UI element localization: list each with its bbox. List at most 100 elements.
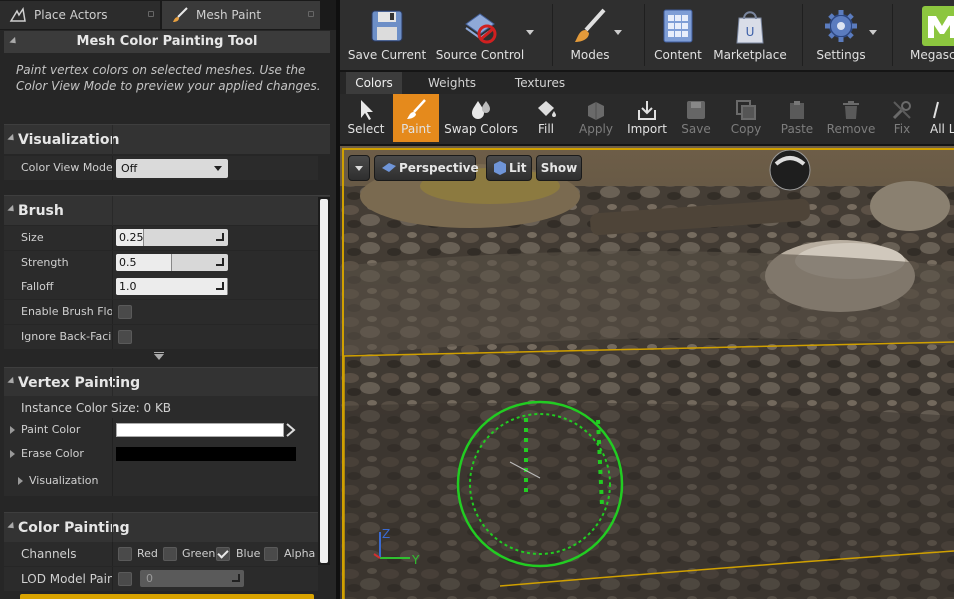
save-paint-label: Save bbox=[681, 122, 711, 136]
perspective-button[interactable]: Perspective bbox=[374, 155, 479, 181]
lit-view-button[interactable]: Lit bbox=[486, 155, 532, 181]
category-color-painting[interactable]: Color Painting bbox=[4, 512, 330, 543]
marketplace-button[interactable]: U Marketplace bbox=[710, 0, 790, 70]
apply-button[interactable]: Apply bbox=[574, 94, 618, 142]
section-highlight-bar bbox=[20, 594, 314, 599]
collapse-arrow-icon bbox=[7, 521, 17, 532]
instance-color-size-text: Instance Color Size: 0 KB bbox=[21, 401, 172, 415]
brush-falloff-slider[interactable]: 1.0 bbox=[116, 278, 228, 295]
lod-index-spinbox[interactable]: 0 bbox=[140, 570, 244, 587]
settings-button[interactable]: Settings bbox=[808, 0, 874, 70]
category-vertex-painting-label: Vertex Painting bbox=[18, 375, 141, 391]
color-view-mode-value: Off bbox=[121, 162, 138, 175]
paste-label: Paste bbox=[780, 122, 814, 136]
cursor-arrow-icon bbox=[361, 100, 373, 120]
copy-icon bbox=[736, 100, 756, 120]
remove-button[interactable]: Remove bbox=[824, 94, 878, 142]
brush-falloff-label: Falloff bbox=[21, 280, 54, 293]
paint-brush-icon bbox=[575, 8, 606, 42]
level-viewport[interactable]: Z Y Perspective Lit Show bbox=[340, 146, 954, 599]
chevron-down-icon bbox=[214, 166, 222, 171]
category-brush-label: Brush bbox=[18, 203, 64, 219]
viewport-options-button[interactable] bbox=[348, 155, 370, 181]
property-channels: Channels Red Green Blue Alpha bbox=[4, 542, 318, 566]
tab-weights[interactable]: Weights bbox=[416, 72, 488, 94]
resize-handle-icon[interactable] bbox=[216, 282, 224, 290]
left-panel-tab-strip: Place Actors Mesh Paint bbox=[0, 0, 336, 30]
tab-pin-icon[interactable] bbox=[308, 11, 314, 17]
channel-alpha-checkbox[interactable] bbox=[264, 547, 278, 561]
fix-label: Fix bbox=[893, 122, 911, 136]
tool-title: Mesh Color Painting Tool bbox=[76, 34, 258, 49]
instance-color-size-row: Instance Color Size: 0 KB bbox=[4, 396, 318, 420]
source-control-icon bbox=[465, 13, 497, 44]
channel-red-checkbox[interactable] bbox=[118, 547, 132, 561]
source-control-dropdown-icon[interactable] bbox=[526, 30, 534, 35]
resize-handle-icon[interactable] bbox=[216, 258, 224, 266]
brush-size-slider[interactable]: 0.25 bbox=[116, 229, 228, 246]
ignore-back-facing-checkbox[interactable] bbox=[118, 330, 132, 344]
remove-label: Remove bbox=[826, 122, 876, 136]
settings-dropdown-icon[interactable] bbox=[869, 30, 877, 35]
fill-label: Fill bbox=[537, 122, 555, 136]
source-control-button[interactable]: Source Control bbox=[434, 0, 526, 70]
wrench-icon bbox=[892, 101, 911, 120]
modes-dropdown-icon[interactable] bbox=[614, 30, 622, 35]
scene-render: Z Y bbox=[340, 146, 954, 599]
enable-brush-flow-checkbox[interactable] bbox=[118, 305, 132, 319]
paint-tool-label: Paint bbox=[401, 122, 431, 136]
category-visualization[interactable]: Visualization bbox=[4, 124, 330, 155]
category-brush[interactable]: Brush bbox=[4, 195, 330, 226]
tab-place-actors[interactable]: Place Actors bbox=[0, 1, 160, 29]
perspective-cube-icon bbox=[382, 163, 396, 172]
paint-tool-button[interactable]: Paint bbox=[393, 94, 439, 142]
fill-button[interactable]: Fill bbox=[526, 94, 566, 142]
save-current-button[interactable]: Save Current bbox=[344, 0, 430, 70]
tab-colors[interactable]: Colors bbox=[346, 72, 402, 94]
tool-description: Paint vertex colors on selected meshes. … bbox=[16, 63, 321, 93]
vertex-visualization-label: Visualization bbox=[29, 474, 99, 487]
modes-button[interactable]: Modes bbox=[558, 0, 622, 70]
erase-color-swatch[interactable] bbox=[116, 447, 296, 461]
copy-button[interactable]: Copy bbox=[724, 94, 768, 142]
megascans-button[interactable]: Megascans bbox=[906, 0, 954, 70]
property-vertex-visualization[interactable]: Visualization bbox=[4, 466, 318, 496]
resize-handle-icon[interactable] bbox=[216, 233, 224, 241]
save-paint-button[interactable]: Save bbox=[676, 94, 716, 142]
tab-pin-icon[interactable] bbox=[148, 11, 154, 17]
all-lods-button[interactable]: All LODs bbox=[926, 94, 954, 142]
main-toolbar: Save Current Source Control Modes Conten… bbox=[340, 0, 954, 70]
import-button[interactable]: Import bbox=[624, 94, 670, 142]
category-vertex-painting[interactable]: Vertex Painting bbox=[4, 367, 330, 398]
expand-arrow-icon[interactable] bbox=[10, 426, 15, 434]
swap-colors-button[interactable]: Swap Colors bbox=[444, 94, 518, 142]
brush-falloff-value: 1.0 bbox=[119, 280, 137, 293]
show-flags-button[interactable]: Show bbox=[536, 155, 582, 181]
fix-button[interactable]: Fix bbox=[886, 94, 918, 142]
expand-arrow-icon[interactable] bbox=[18, 477, 23, 485]
channel-alpha-label: Alpha bbox=[284, 547, 316, 560]
content-button[interactable]: Content bbox=[648, 0, 708, 70]
perspective-label: Perspective bbox=[399, 161, 479, 175]
megascans-label: Megascans bbox=[910, 48, 954, 62]
tab-textures[interactable]: Textures bbox=[502, 72, 578, 94]
resize-handle-icon[interactable] bbox=[232, 574, 240, 582]
channels-label: Channels bbox=[21, 547, 77, 561]
select-tool-button[interactable]: Select bbox=[344, 94, 388, 142]
advanced-expand-icon[interactable] bbox=[154, 354, 164, 360]
all-lods-label: All LODs bbox=[930, 122, 954, 136]
paste-button[interactable]: Paste bbox=[774, 94, 820, 142]
expand-arrow-icon[interactable] bbox=[10, 450, 15, 458]
details-scrollbar-thumb[interactable] bbox=[320, 199, 328, 563]
channel-green-checkbox[interactable] bbox=[163, 547, 177, 561]
reset-arrow-icon[interactable] bbox=[286, 423, 296, 437]
ignore-back-facing-label: Ignore Back-Facing bbox=[21, 330, 113, 343]
lod-model-painting-checkbox[interactable] bbox=[118, 572, 132, 586]
tool-title-bar[interactable]: Mesh Color Painting Tool bbox=[4, 31, 330, 53]
tab-mesh-paint[interactable]: Mesh Paint bbox=[162, 1, 320, 29]
lit-label: Lit bbox=[509, 161, 527, 175]
brush-strength-slider[interactable]: 0.5 bbox=[116, 254, 228, 271]
channel-blue-checkbox[interactable] bbox=[216, 547, 230, 561]
color-view-mode-dropdown[interactable]: Off bbox=[116, 159, 228, 178]
paint-color-swatch[interactable] bbox=[116, 423, 284, 437]
